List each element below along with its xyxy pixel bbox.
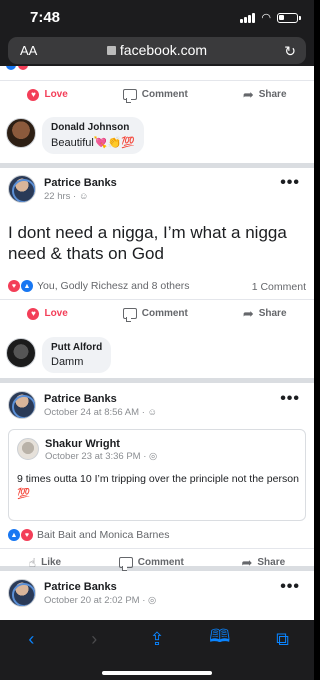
commenter-name[interactable]: Putt Alford [51, 342, 102, 353]
like-reaction-icon: ▲ [21, 280, 33, 292]
author-avatar[interactable] [8, 391, 36, 419]
browser-toolbar: ‹ › ⇪ 🕮 ⧉ [0, 620, 314, 680]
author-name[interactable]: Patrice Banks [44, 581, 117, 593]
commenter-avatar[interactable] [6, 118, 36, 148]
comment-text: Beautiful💘👏💯 [51, 137, 135, 149]
love-reaction-icon: ♥ [8, 280, 20, 292]
heart-icon: ♥ [27, 307, 40, 320]
comment-label: Comment [141, 89, 188, 100]
url-field[interactable]: AA facebook.com ↻ [8, 37, 306, 64]
love-button[interactable]: ♥ Love [27, 307, 68, 320]
domain-text: facebook.com [119, 42, 208, 58]
love-label: Love [44, 89, 68, 100]
author-avatar[interactable] [8, 579, 36, 607]
reaction-names: You, Godly Richesz and 8 others [37, 280, 190, 292]
status-icons: ◠ [240, 11, 301, 24]
like-label: Like [41, 557, 62, 568]
post-card: Patrice Banks October 24 at 8:56 AM · ☺ … [0, 383, 314, 570]
more-options-icon[interactable]: ••• [280, 174, 300, 192]
post-time-text: 22 hrs · [44, 191, 79, 202]
shared-author-avatar[interactable] [17, 438, 39, 460]
lock-icon [106, 46, 116, 55]
comment-icon [122, 89, 137, 100]
share-button[interactable]: ➦ Share [243, 306, 287, 322]
comment-icon [122, 308, 137, 319]
comment-icon [118, 557, 133, 568]
friends-icon: ☺ [78, 191, 89, 202]
share-button[interactable]: ➦ Share [241, 555, 285, 571]
reaction-summary[interactable]: ▲ ♥ Bait Bait and Monica Barnes [8, 529, 170, 541]
friends-icon: ☺ [147, 407, 158, 418]
home-indicator [102, 671, 212, 675]
url-domain: facebook.com [8, 42, 306, 58]
browser-address-bar: AA facebook.com ↻ [0, 34, 314, 66]
share-label: Share [257, 557, 286, 568]
comment-button[interactable]: Comment [118, 557, 184, 568]
post-time: 22 hrs · ☺ [44, 191, 89, 202]
share-sheet-icon[interactable]: ⇪ [142, 629, 172, 650]
post-actions: ♥ Love Comment ➦ Share [0, 299, 314, 327]
share-label: Share [258, 308, 287, 319]
comment-bubble: Putt Alford Damm [42, 337, 112, 373]
share-icon: ➦ [242, 86, 254, 102]
post-text: I dont need a nigga, I’m what a nigga ne… [8, 223, 287, 263]
more-options-icon[interactable]: ••• [280, 390, 300, 408]
reload-icon[interactable]: ↻ [284, 43, 296, 60]
share-icon: ➦ [241, 554, 253, 570]
more-options-icon[interactable]: ••• [280, 578, 300, 596]
forward-icon[interactable]: › [79, 629, 109, 650]
post-actions: ♥ Love Comment ➦ Share [0, 80, 314, 108]
wifi-icon: ◠ [261, 12, 271, 24]
post-time: October 24 at 8:56 AM · ☺ [44, 407, 157, 418]
love-reaction-icon: ♥ [21, 529, 33, 541]
post-card: ♥ Love Comment ➦ Share Donald Johnson Be… [0, 66, 314, 163]
status-bar: 7:48 ◠ [0, 0, 314, 34]
share-icon: ➦ [242, 305, 254, 321]
post-time-text: October 20 at 2:02 PM · [44, 595, 149, 606]
globe-icon: ◎ [148, 595, 157, 606]
reaction-icons [6, 66, 28, 72]
like-reaction-icon: ▲ [8, 529, 20, 541]
comment-label: Comment [137, 557, 184, 568]
reaction-summary[interactable]: ♥ ▲ You, Godly Richesz and 8 others [8, 280, 190, 292]
reaction-names: Bait Bait and Monica Barnes [37, 529, 170, 541]
commenter-name[interactable]: Donald Johnson [51, 122, 135, 133]
shared-post-time: October 23 at 3:36 PM · ◎ [45, 451, 157, 462]
post-time: October 20 at 2:02 PM · ◎ [44, 595, 156, 606]
comment-count[interactable]: 1 Comment [252, 281, 306, 293]
shared-author-name[interactable]: Shakur Wright [45, 438, 120, 450]
love-label: Love [44, 308, 68, 319]
comment-button[interactable]: Comment [122, 89, 188, 100]
author-name[interactable]: Patrice Banks [44, 393, 117, 405]
heart-icon: ♥ [27, 88, 40, 101]
like-button[interactable]: ☝ Like [29, 556, 61, 570]
shared-time-text: October 23 at 3:36 PM · [45, 451, 150, 462]
comment-bubble: Donald Johnson Beautiful💘👏💯 [42, 117, 144, 154]
shared-post[interactable]: Shakur Wright October 23 at 3:36 PM · ◎ … [8, 429, 306, 521]
shared-post-text: 9 times outta 10 I’m tripping over the p… [17, 473, 299, 500]
post-card: Patrice Banks 22 hrs · ☺ ••• I dont need… [0, 168, 314, 378]
post-time-text: October 24 at 8:56 AM · [44, 407, 148, 418]
comment-button[interactable]: Comment [122, 308, 188, 319]
bookmarks-icon[interactable]: 🕮 [205, 624, 235, 654]
thumbs-up-icon: ☝ [28, 555, 37, 570]
clock: 7:48 [30, 9, 61, 26]
commenter-avatar[interactable] [6, 338, 36, 368]
share-label: Share [258, 89, 287, 100]
signal-icon [240, 12, 256, 23]
author-avatar[interactable] [8, 175, 36, 203]
tabs-icon[interactable]: ⧉ [268, 629, 298, 650]
post-card: Patrice Banks October 20 at 2:02 PM · ◎ … [0, 571, 314, 620]
news-feed: ♥ Love Comment ➦ Share Donald Johnson Be… [0, 66, 314, 620]
battery-icon [277, 12, 301, 23]
globe-icon: ◎ [149, 451, 158, 462]
love-button[interactable]: ♥ Love [27, 88, 68, 101]
author-name[interactable]: Patrice Banks [44, 177, 117, 189]
comment-text: Damm [51, 356, 84, 368]
share-button[interactable]: ➦ Share [243, 87, 287, 103]
comment-label: Comment [141, 308, 188, 319]
back-icon[interactable]: ‹ [16, 629, 46, 650]
